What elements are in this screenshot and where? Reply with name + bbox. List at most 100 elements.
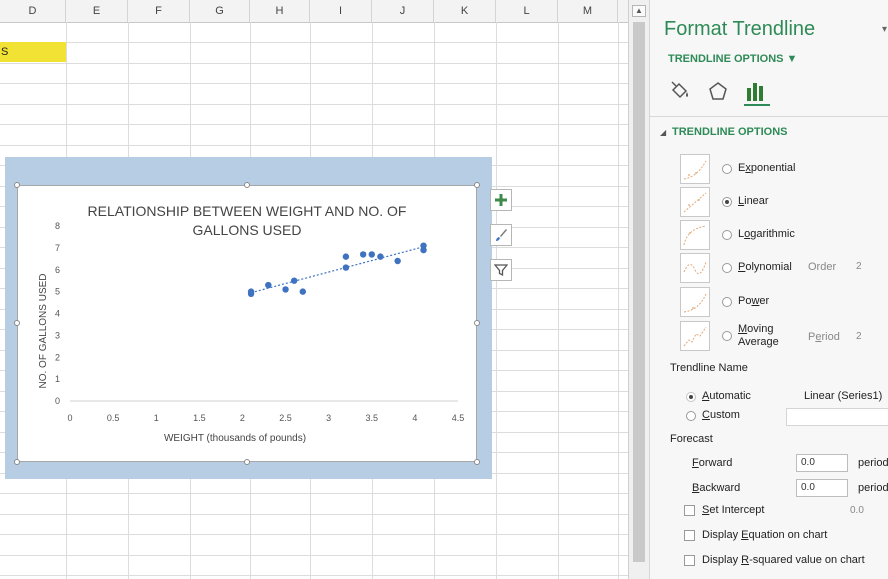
label-polynomial: Polynomial (738, 261, 792, 273)
data-point (299, 288, 306, 295)
fill-line-tab[interactable] (668, 80, 694, 104)
resize-handle-left[interactable] (14, 320, 20, 326)
chart-styles-button[interactable] (490, 224, 512, 246)
backward-label: Backward (692, 482, 741, 494)
highlighted-cell[interactable]: S (0, 42, 66, 62)
radio-exponential[interactable] (722, 164, 732, 174)
pentagon-icon (709, 82, 727, 100)
resize-handle-top-right[interactable] (474, 182, 480, 188)
row-gridline (0, 575, 628, 576)
resize-handle-top[interactable] (244, 182, 250, 188)
logarithmic-thumbnail-icon (680, 220, 710, 250)
radio-power[interactable] (722, 297, 732, 307)
label-order: Order (808, 261, 837, 273)
automatic-name-value: Linear (Series1) (804, 390, 883, 402)
data-point (265, 281, 272, 289)
x-tick-label: 0.5 (107, 413, 120, 423)
collapse-triangle-icon[interactable]: ◢ (660, 128, 666, 137)
data-point (394, 257, 401, 265)
label-average: Average (738, 336, 779, 348)
column-header-e[interactable]: E (66, 0, 128, 22)
column-header-g[interactable]: G (190, 0, 250, 22)
effects-tab[interactable] (706, 80, 732, 104)
column-header-row: D E F G H I J K L M (0, 0, 628, 23)
scatter-chart[interactable]: RELATIONSHIP BETWEEN WEIGHT AND NO. OF G… (17, 185, 477, 462)
trendline-options-tab[interactable] (744, 80, 770, 106)
column-header-h[interactable]: H (250, 0, 310, 22)
row-gridline (0, 493, 628, 494)
row-gridline (0, 555, 628, 556)
option-moving-average[interactable]: Moving Average Period 2 (680, 321, 888, 351)
y-tick-label: 1 (55, 374, 60, 384)
vertical-scrollbar[interactable]: ▲ (628, 0, 649, 579)
forward-input[interactable]: 0.0 (796, 454, 848, 472)
column-header-k[interactable]: K (434, 0, 496, 22)
forward-label: Forward (692, 457, 733, 469)
x-tick-label: 4.5 (452, 413, 465, 423)
spreadsheet-area[interactable]: D E F G H I J K L M S RELATIONSHIP BETWE… (0, 0, 628, 579)
column-header-m[interactable]: M (558, 0, 618, 22)
scrollbar-thumb[interactable] (633, 22, 645, 562)
row-gridline (0, 514, 628, 515)
bar-chart-icon (747, 83, 763, 101)
chart-elements-button[interactable] (490, 189, 512, 211)
custom-name-input[interactable] (786, 408, 888, 426)
radio-custom[interactable] (686, 411, 696, 421)
chart-title-line-1: RELATIONSHIP BETWEEN WEIGHT AND NO. OF (88, 203, 407, 219)
display-equation-checkbox[interactable] (684, 530, 695, 541)
scroll-up-arrow[interactable]: ▲ (632, 5, 646, 17)
display-r2-checkbox[interactable] (684, 555, 695, 566)
radio-logarithmic[interactable] (722, 230, 732, 240)
row-gridline (0, 124, 628, 125)
option-polynomial[interactable]: Polynomial Order 2 (680, 253, 888, 283)
column-header-f[interactable]: F (128, 0, 190, 22)
section-heading[interactable]: TRENDLINE OPTIONS (672, 126, 788, 138)
resize-handle-bottom[interactable] (244, 459, 250, 465)
option-power[interactable]: Power (680, 287, 888, 317)
x-tick-label: 0 (67, 413, 72, 423)
backward-input[interactable]: 0.0 (796, 479, 848, 497)
column-header-j[interactable]: J (372, 0, 434, 22)
chart-title-line-2: GALLONS USED (193, 222, 302, 238)
trendline-name-label: Trendline Name (670, 362, 748, 374)
resize-handle-bottom-left[interactable] (14, 459, 20, 465)
row-gridline (0, 83, 628, 84)
period-input[interactable]: 2 (856, 331, 862, 342)
resize-handle-right[interactable] (474, 320, 480, 326)
format-trendline-panel: Format Trendline ▾ TRENDLINE OPTIONS ▼ ◢… (649, 0, 888, 579)
x-tick-label: 1.5 (193, 413, 206, 423)
data-point (359, 251, 367, 258)
column-header-i[interactable]: I (310, 0, 372, 22)
y-tick-label: 7 (55, 243, 60, 253)
y-tick-label: 5 (55, 287, 60, 297)
exponential-thumbnail-icon (680, 154, 710, 184)
chart-filters-button[interactable] (490, 259, 512, 281)
option-linear[interactable]: Linear (680, 187, 888, 217)
radio-polynomial[interactable] (722, 263, 732, 273)
option-exponential[interactable]: Exponential (680, 154, 888, 184)
radio-moving-average[interactable] (722, 331, 732, 341)
data-point (420, 242, 427, 249)
y-tick-label: 8 (55, 221, 60, 231)
panel-menu-caret-icon[interactable]: ▾ (882, 24, 887, 35)
row-gridline (0, 42, 628, 43)
order-input[interactable]: 2 (856, 261, 862, 272)
set-intercept-checkbox[interactable] (684, 505, 695, 516)
data-point (377, 253, 384, 260)
set-intercept-input[interactable]: 0.0 (850, 505, 864, 516)
label-linear: Linear (738, 195, 769, 207)
resize-handle-top-left[interactable] (14, 182, 20, 188)
resize-handle-bottom-right[interactable] (474, 459, 480, 465)
column-header-d[interactable]: D (0, 0, 66, 22)
radio-automatic[interactable] (686, 392, 696, 402)
radio-linear[interactable] (722, 197, 732, 207)
trendline-options-dropdown[interactable]: TRENDLINE OPTIONS ▼ (668, 53, 797, 65)
forward-unit: periods (858, 457, 888, 469)
option-logarithmic[interactable]: Logarithmic (680, 220, 888, 250)
column-header-l[interactable]: L (496, 0, 558, 22)
paint-bucket-icon (671, 81, 688, 99)
y-tick-label: 3 (55, 330, 60, 340)
x-tick-label: 3.5 (366, 413, 379, 423)
brush-icon (496, 229, 507, 241)
x-tick-label: 2.5 (279, 413, 292, 423)
